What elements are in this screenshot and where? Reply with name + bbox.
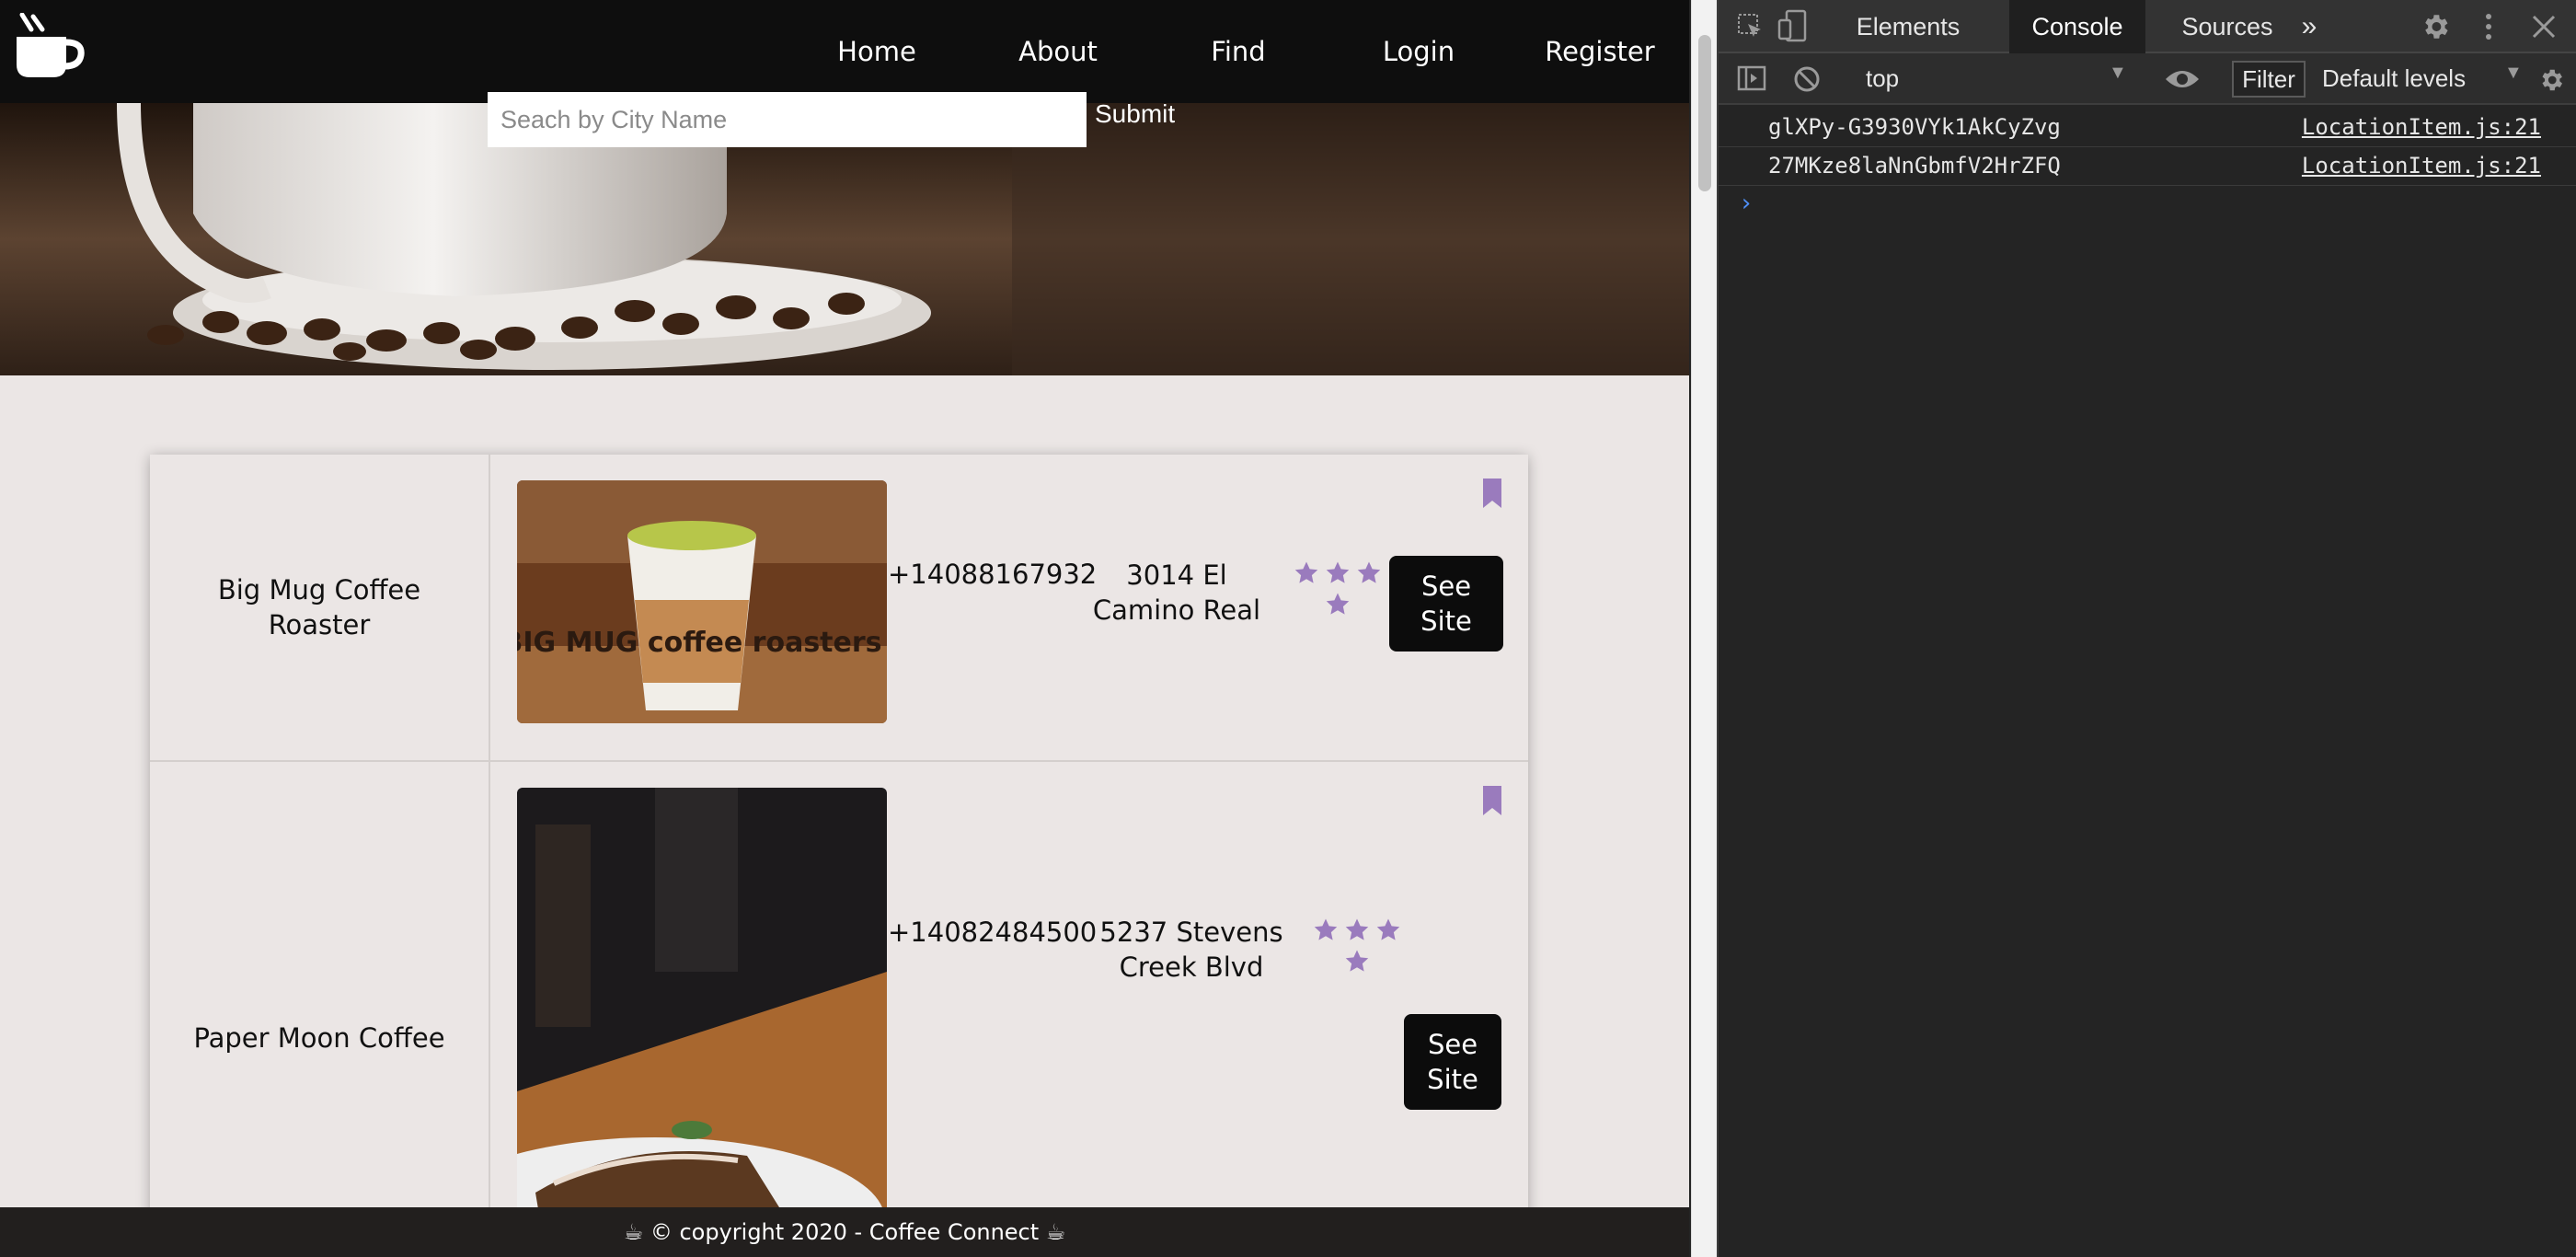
navbar: Home About Find Login Register — [0, 0, 1689, 103]
page-scrollbar[interactable] — [1691, 0, 1717, 1257]
console-prompt-input[interactable]: › — [1739, 190, 1754, 217]
star-icon — [1357, 561, 1381, 583]
star-icon — [1376, 918, 1400, 940]
context-selector[interactable]: top — [1866, 64, 1899, 93]
city-search-input[interactable] — [488, 92, 1087, 147]
device-toolbar-icon[interactable] — [1777, 9, 1809, 42]
tab-elements[interactable]: Elements — [1844, 0, 1972, 53]
star-icon — [1314, 918, 1338, 940]
bookmark-icon[interactable] — [1481, 786, 1503, 815]
bookmark-icon[interactable] — [1481, 479, 1503, 508]
page-scrollbar-thumb[interactable] — [1698, 35, 1711, 191]
console-settings-gear-icon[interactable] — [2537, 66, 2565, 94]
star-icon — [1345, 950, 1369, 972]
log-levels-dropdown[interactable]: Default levels — [2322, 64, 2466, 93]
log-source-link[interactable]: LocationItem.js:21 — [2302, 153, 2541, 179]
console-toolbar: top ▼ Filter Default levels ▼ — [1719, 53, 2576, 105]
more-options-kebab-icon[interactable] — [2482, 11, 2495, 42]
shop-address: 5237 Stevens Creek Blvd — [1099, 917, 1283, 983]
sidebar-toggle-icon[interactable] — [1737, 64, 1766, 92]
see-site-button[interactable]: See Site — [1389, 556, 1503, 652]
clear-console-icon[interactable] — [1792, 64, 1822, 94]
context-dropdown-arrow-icon[interactable]: ▼ — [2109, 63, 2127, 84]
page-viewport: Home About Find Login Register Seach by … — [0, 0, 1689, 1257]
nav-find-link[interactable]: Find — [1183, 31, 1294, 72]
search-submit-button[interactable]: Submit — [1095, 96, 1175, 133]
results-list: Big Mug Coffee Roaster BIG MUG coffee ro… — [150, 455, 1528, 1257]
star-icon — [1345, 918, 1369, 940]
coffee-cup-logo-icon[interactable] — [13, 13, 85, 85]
more-tabs-chevron-icon[interactable]: » — [2291, 0, 2328, 53]
shop-phone: +14088167932 — [888, 559, 1098, 590]
star-icon — [1294, 561, 1318, 583]
nav-home-link[interactable]: Home — [822, 31, 932, 72]
console-log-entry: glXPy-G3930VYk1AkCyZvg LocationItem.js:2… — [1719, 109, 2576, 147]
nav-login-link[interactable]: Login — [1363, 31, 1474, 72]
cup-brand-text: BIG MUG coffee roasters — [517, 627, 882, 659]
shop-phone: +14082484500 — [888, 917, 1098, 948]
console-filter-input[interactable]: Filter — [2232, 61, 2306, 98]
shop-photo[interactable] — [517, 788, 887, 1248]
star-icon — [1326, 593, 1350, 615]
star-icon — [1326, 561, 1350, 583]
log-message: 27MKze8laNnGbmfV2HrZFQ — [1768, 153, 2061, 179]
levels-dropdown-arrow-icon[interactable]: ▼ — [2504, 63, 2523, 84]
console-log-entry: 27MKze8laNnGbmfV2HrZFQ LocationItem.js:2… — [1719, 147, 2576, 186]
shop-name: Paper Moon Coffee — [150, 762, 490, 1257]
devtools-tabbar: Elements Console Sources » — [1719, 0, 2576, 53]
shop-name: Big Mug Coffee Roaster — [150, 455, 490, 760]
inspect-element-icon[interactable] — [1737, 13, 1765, 40]
log-message: glXPy-G3930VYk1AkCyZvg — [1768, 114, 2061, 140]
shop-photo[interactable]: BIG MUG coffee roasters — [517, 480, 887, 723]
rating-stars — [1311, 917, 1403, 975]
result-card: Big Mug Coffee Roaster BIG MUG coffee ro… — [150, 455, 1528, 762]
settings-gear-icon[interactable] — [2420, 11, 2451, 42]
tab-console[interactable]: Console — [2009, 0, 2145, 53]
result-card: Paper Moon Coffee +14082484500 5237 Stev… — [150, 762, 1528, 1257]
log-source-link[interactable]: LocationItem.js:21 — [2302, 114, 2541, 140]
nav-register-link[interactable]: Register — [1538, 31, 1662, 72]
nav-about-link[interactable]: About — [1003, 31, 1113, 72]
close-devtools-icon[interactable] — [2530, 13, 2558, 40]
rating-stars — [1292, 559, 1384, 618]
footer-copyright: ☕ © copyright 2020 - Coffee Connect ☕ — [0, 1207, 1689, 1257]
see-site-button[interactable]: See Site — [1404, 1014, 1501, 1110]
live-expression-eye-icon[interactable] — [2164, 66, 2201, 92]
tab-sources[interactable]: Sources — [2158, 0, 2296, 53]
devtools-panel: Elements Console Sources » top ▼ Filter — [1717, 0, 2576, 1257]
shop-address: 3014 El Camino Real — [1092, 559, 1261, 626]
